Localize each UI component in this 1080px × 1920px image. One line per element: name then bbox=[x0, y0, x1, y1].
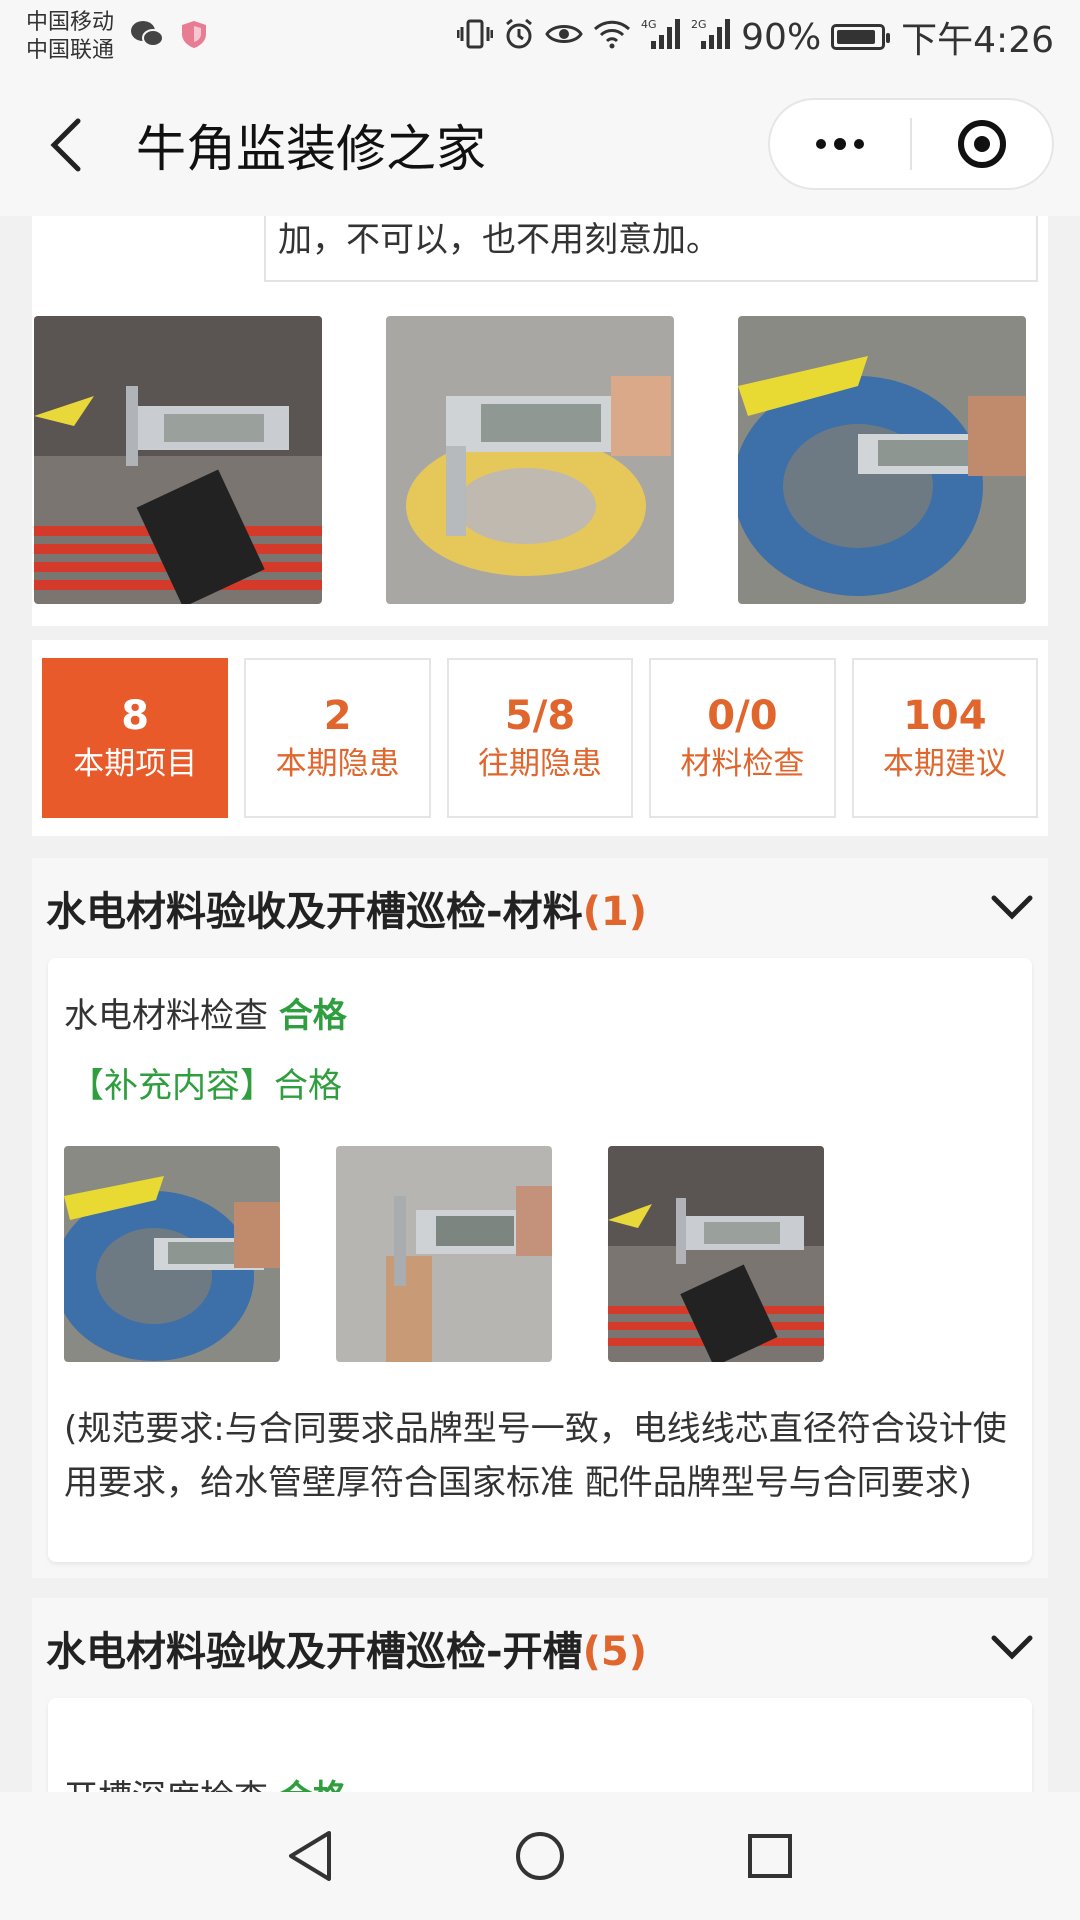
carrier-1: 中国移动 bbox=[26, 10, 115, 35]
stat-label: 本期建议 bbox=[882, 746, 1007, 782]
stat-label: 本期隐患 bbox=[275, 746, 400, 782]
section-title: 水电材料验收及开槽巡检-开槽(5) bbox=[46, 1619, 647, 1677]
signal-2-icon: 2G bbox=[691, 17, 731, 57]
stat-value: 8 bbox=[121, 693, 150, 739]
network-1-text: 4G bbox=[641, 18, 657, 31]
requirement-text: (规范要求:与合同要求品牌型号一致，电线线芯直径符合设计使用要求，给水管壁厚符合… bbox=[64, 1409, 1007, 1503]
back-button[interactable] bbox=[36, 115, 96, 175]
square-recents-icon bbox=[748, 1834, 792, 1878]
shield-icon bbox=[180, 19, 208, 55]
section-materials: 水电材料验收及开槽巡检-材料(1) 水电材料检查 合格 【补充内容】合格 (规范… bbox=[32, 858, 1048, 1578]
stat-current-hazards[interactable]: 2 本期隐患 bbox=[244, 658, 431, 818]
status-pass: 合格 bbox=[278, 996, 347, 1036]
note-box: 加，不可以，也不用刻意加。 bbox=[264, 216, 1038, 282]
section-title: 水电材料验收及开槽巡检-材料(1) bbox=[46, 879, 647, 937]
scroll-content[interactable]: 加，不可以，也不用刻意加。 8 本期项目 2 本期隐患 5/8 往期隐患 0/0… bbox=[0, 216, 1080, 1792]
mini-program-capsule bbox=[768, 98, 1054, 190]
close-button[interactable] bbox=[912, 100, 1052, 188]
status-bar: 中国移动 中国联通 4G 2G 90% 下午4:26 bbox=[0, 0, 1080, 74]
signal-1-icon: 4G bbox=[641, 17, 681, 57]
battery-percent: 90% bbox=[741, 16, 822, 58]
stat-material-check[interactable]: 0/0 材料检查 bbox=[649, 658, 836, 818]
supplement-text: 【补充内容】合格 bbox=[70, 1066, 342, 1106]
chevron-left-icon bbox=[50, 118, 81, 172]
alarm-icon bbox=[503, 18, 535, 56]
status-left: 中国移动 中国联通 bbox=[26, 9, 208, 65]
status-right: 4G 2G 90% 下午4:26 bbox=[456, 11, 1054, 63]
stat-value: 104 bbox=[903, 693, 987, 739]
battery-fill bbox=[837, 30, 876, 44]
page-title: 牛角监装修之家 bbox=[136, 120, 486, 178]
photo-pipe[interactable] bbox=[336, 1146, 552, 1362]
section-title-text: 水电材料验收及开槽巡检-材料 bbox=[46, 889, 583, 935]
stat-label: 本期项目 bbox=[73, 746, 198, 782]
section-title-text: 水电材料验收及开槽巡检-开槽 bbox=[46, 1629, 583, 1675]
nav-back-button[interactable] bbox=[270, 1816, 350, 1896]
item-label: 开槽深度检查 bbox=[64, 1778, 268, 1792]
item-label: 水电材料检查 bbox=[64, 996, 268, 1036]
inspection-item-card: 水电材料检查 合格 【补充内容】合格 (规范要求:与合同要求品牌型号一致，电线线… bbox=[48, 958, 1032, 1562]
stats-row: 8 本期项目 2 本期隐患 5/8 往期隐患 0/0 材料检查 104 本期建议 bbox=[32, 640, 1048, 836]
photo-caliper-blue-wire[interactable] bbox=[738, 316, 1026, 604]
section-count: (5) bbox=[582, 1629, 648, 1675]
wechat-icon bbox=[130, 19, 165, 55]
nav-home-button[interactable] bbox=[500, 1816, 580, 1896]
photo-blue-wire[interactable] bbox=[64, 1146, 280, 1362]
nav-header: 牛角监装修之家 bbox=[0, 74, 1080, 216]
network-2-text: 2G bbox=[691, 18, 707, 31]
stat-label: 往期隐患 bbox=[478, 746, 603, 782]
wifi-icon bbox=[593, 19, 631, 55]
section-header[interactable]: 水电材料验收及开槽巡检-开槽(5) bbox=[32, 1598, 1048, 1698]
chevron-down-icon[interactable] bbox=[990, 886, 1034, 930]
triangle-back-icon bbox=[289, 1831, 331, 1881]
system-nav-bar bbox=[0, 1792, 1080, 1920]
target-circle-icon bbox=[958, 120, 1006, 168]
section-grooving: 水电材料验收及开槽巡检-开槽(5) 开槽深度检查 合格 bbox=[32, 1598, 1048, 1792]
stat-label: 材料检查 bbox=[680, 746, 805, 782]
section-header[interactable]: 水电材料验收及开槽巡检-材料(1) bbox=[32, 858, 1048, 958]
stat-value: 5/8 bbox=[504, 693, 576, 739]
section-count: (1) bbox=[582, 889, 648, 935]
more-button[interactable] bbox=[770, 100, 910, 188]
vibrate-icon bbox=[456, 18, 494, 56]
stat-value: 0/0 bbox=[707, 693, 778, 739]
stat-current-items[interactable]: 8 本期项目 bbox=[42, 658, 229, 818]
stat-suggestions[interactable]: 104 本期建议 bbox=[851, 658, 1039, 818]
photo-red-wire[interactable] bbox=[608, 1146, 824, 1362]
item-title: 开槽深度检查 合格 bbox=[64, 1770, 347, 1792]
inspection-item-card: 开槽深度检查 合格 bbox=[48, 1698, 1032, 1792]
item-title: 水电材料检查 合格 bbox=[64, 988, 347, 1037]
chevron-down-icon[interactable] bbox=[990, 1626, 1034, 1670]
previous-card: 加，不可以，也不用刻意加。 bbox=[32, 216, 1048, 626]
status-pass: 合格 bbox=[279, 1778, 347, 1792]
circle-home-icon bbox=[516, 1832, 564, 1880]
photo-caliper-yellow-wire[interactable] bbox=[386, 316, 674, 604]
stat-past-hazards[interactable]: 5/8 往期隐患 bbox=[446, 658, 634, 818]
battery-icon bbox=[831, 24, 891, 50]
eye-icon bbox=[545, 20, 583, 54]
carrier-info: 中国移动 中国联通 bbox=[26, 9, 114, 65]
clock: 下午4:26 bbox=[901, 20, 1054, 61]
photo-caliper-red-wire[interactable] bbox=[34, 316, 322, 604]
stat-value: 2 bbox=[323, 693, 352, 739]
carrier-2: 中国联通 bbox=[26, 38, 115, 63]
more-dots-icon bbox=[816, 137, 864, 150]
nav-recents-button[interactable] bbox=[730, 1816, 810, 1896]
